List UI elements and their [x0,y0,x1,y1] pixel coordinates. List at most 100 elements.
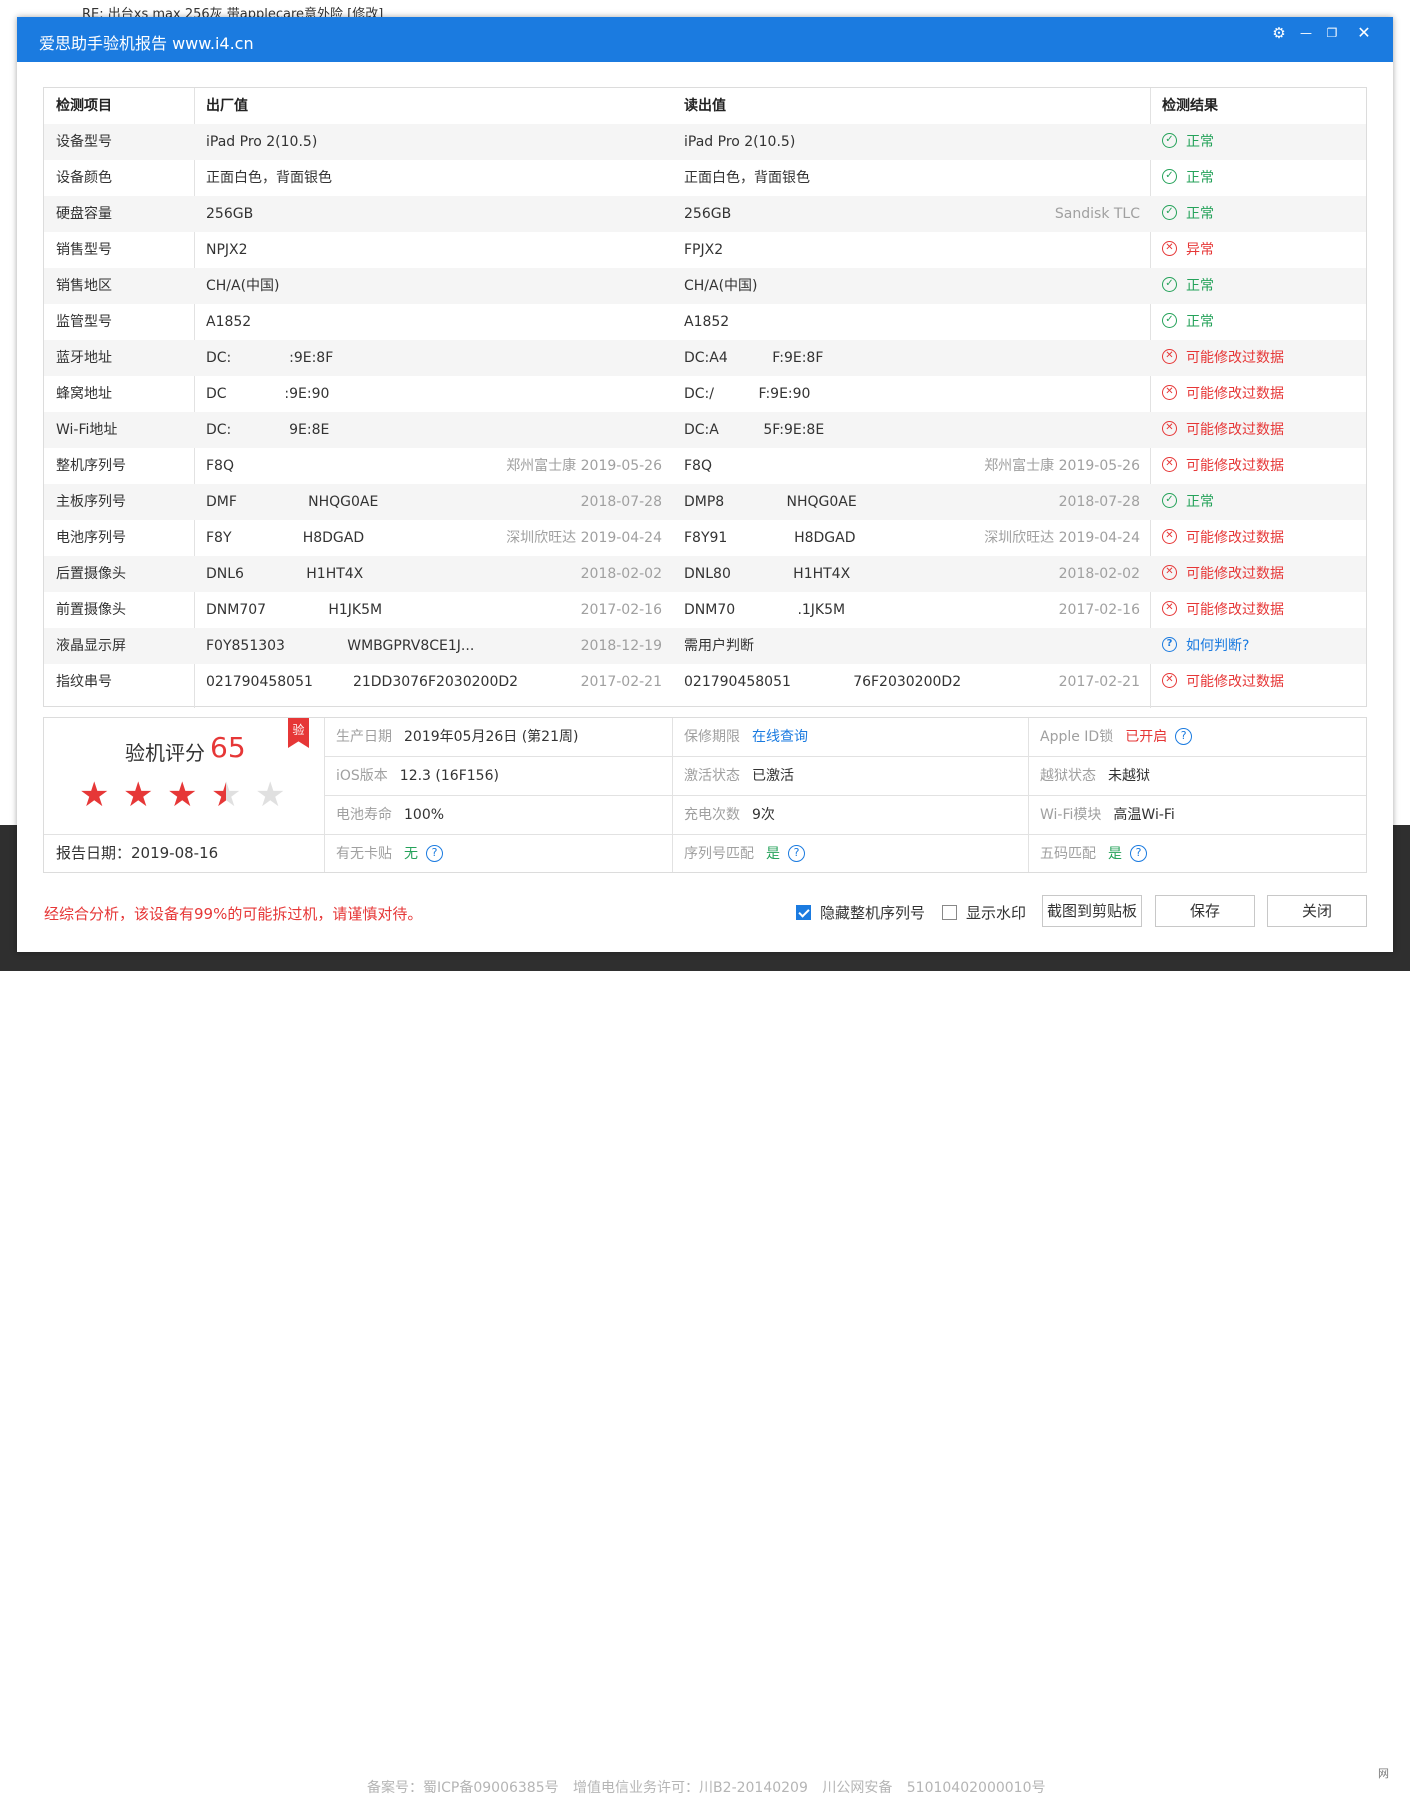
save-button[interactable]: 保存 [1155,895,1255,927]
table-row: 后置摄像头 DNL6 H1HT4X 2018-02-02 DNL80 H1HT4X 20… [44,556,1366,592]
row-factory-note: 2018-02-02 [580,566,662,582]
help-icon[interactable]: ? [788,844,805,862]
row-result: ✓ 正常 [1162,484,1362,520]
table-row: 主板序列号 DMF NHQG0AE 2018-07-28 DMP8 NHQG0AE 20… [44,484,1366,520]
checkbox-checked-icon[interactable] [796,904,811,920]
table-row: 设备型号 iPad Pro 2(10.5) iPad Pro 2(10.5) ✓ 正常 [44,124,1366,160]
row-factory-value: 正面白色，背面银色 [206,170,332,186]
table-row: 蓝牙地址 DC: :9E:8F DC:A4 F:9E:8F ✕ 可能修改过数据 [44,340,1366,376]
row-result: ✕ 可能修改过数据 [1162,448,1362,484]
row-label: 销售地区 [56,278,112,294]
header-factory: 出厂值 [206,98,248,114]
row-result: ✓ 正常 [1162,196,1362,232]
row-factory-value: F8Q 郑州富士康 2019-05-26 [206,448,662,484]
show-watermark-checkbox[interactable]: 显示水印 [942,902,1026,923]
row-read-value: 021790458051 76F2030200D2 2017-02-21 [684,664,1140,700]
row-label: 蜂窝地址 [56,386,112,402]
score-label: 验机评分 [125,741,205,765]
row-read-value: iPad Pro 2(10.5) [684,134,796,150]
table-row: 监管型号 A1852 A1852 ✓ 正常 [44,304,1366,340]
row-result: ✓ 正常 [1162,124,1362,160]
row-result: ✕ 可能修改过数据 [1162,556,1362,592]
info-sim-sticker: 有无卡贴无? [336,835,443,873]
check-circle-icon: ✓ [1162,133,1177,148]
row-result: ✕ 可能修改过数据 [1162,340,1362,376]
window-title: 爱思助手验机报告 www.i4.cn [39,34,254,53]
row-factory-value: 256GB [206,206,254,222]
row-read-note: 2018-07-28 [1058,494,1140,510]
info-jailbreak: 越狱状态 未越狱 [1040,768,1150,784]
row-read-value: DC:A 5F:9E:8E [684,422,825,438]
checkbox-unchecked-icon[interactable] [942,904,957,920]
row-read-value: 需用户判断 [684,638,754,654]
row-read-value: F8Q 郑州富士康 2019-05-26 [684,448,1140,484]
check-circle-icon: ✓ [1162,205,1177,220]
table-row: Wi-Fi地址 DC: 9E:8E DC:A 5F:9E:8E ✕ 可能修改过数据 [44,412,1366,448]
row-factory-value: DC: 9E:8E [206,422,330,438]
check-circle-icon: ✓ [1162,313,1177,328]
row-result: ✕ 可能修改过数据 [1162,412,1362,448]
x-circle-icon: ✕ [1162,241,1177,256]
close-icon[interactable]: ✕ [1352,21,1376,45]
row-factory-value: DC :9E:90 [206,386,330,402]
help-icon[interactable]: ? [426,844,443,862]
row-factory-note: 2017-02-16 [580,602,662,618]
row-factory-note: 深圳欣旺达 2019-04-24 [506,530,662,546]
row-label: 电池序列号 [56,530,126,546]
row-result: ✕ 可能修改过数据 [1162,592,1362,628]
report-date: 报告日期：2019-08-16 [56,844,219,862]
x-circle-icon: ✕ [1162,529,1177,544]
column-divider [1028,718,1029,872]
hide-serial-checkbox[interactable]: 隐藏整机序列号 [796,902,925,923]
copy-screenshot-button[interactable]: 截图到剪贴板 [1042,895,1142,927]
analysis-warning: 经综合分析，该设备有99%的可能拆过机，请谨慎对待。 [44,905,423,923]
row-factory-value: 021790458051 21DD3076F2030200D2 2017-02-2… [206,664,662,700]
row-label: 前置摄像头 [56,602,126,618]
check-circle-icon: ✓ [1162,277,1177,292]
row-result: ✓ 正常 [1162,268,1362,304]
info-five-code-match: 五码匹配是? [1040,835,1147,873]
row-factory-value: DMF NHQG0AE 2018-07-28 [206,484,662,520]
row-label: 监管型号 [56,314,112,330]
window-titlebar: 爱思助手验机报告 www.i4.cn ⚙ — ❐ ✕ [17,17,1393,62]
info-ios-version: iOS版本 12.3 (16F156) [336,768,499,784]
row-read-note: Sandisk TLC [1054,206,1140,222]
column-divider [672,718,673,872]
row-read-note: 深圳欣旺达 2019-04-24 [984,530,1140,546]
help-icon[interactable]: ? [1130,844,1147,862]
minimize-icon[interactable]: — [1294,21,1318,45]
close-button[interactable]: 关闭 [1267,895,1367,927]
row-result[interactable]: ? 如何判断? [1162,628,1362,664]
row-read-note: 郑州富士康 2019-05-26 [984,458,1140,474]
table-row: 蜂窝地址 DC :9E:90 DC:/ F:9E:90 ✕ 可能修改过数据 [44,376,1366,412]
row-factory-value: DNM707 H1JK5M 2017-02-16 [206,592,662,628]
table-row: 销售型号 NPJX2 FPJX2 ✕ 异常 [44,232,1366,268]
x-circle-icon: ✕ [1162,421,1177,436]
score-value: 65 [210,731,246,764]
row-factory-value: DC: :9E:8F [206,350,334,366]
table-row: 硬盘容量 256GB 256GB Sandisk TLC ✓ 正常 [44,196,1366,232]
info-production-date: 生产日期 2019年05月26日 (第21周) [336,729,579,745]
row-label: 设备颜色 [56,170,112,186]
row-read-value: DMP8 NHQG0AE 2018-07-28 [684,484,1140,520]
star-full-icon: ★ [167,775,198,815]
table-row: 销售地区 CH/A(中国) CH/A(中国) ✓ 正常 [44,268,1366,304]
divider [325,834,1366,835]
row-factory-note: 2017-02-21 [580,674,662,690]
star-half-icon: ★ [211,775,242,815]
divider [44,834,324,835]
settings-icon[interactable]: ⚙ [1267,21,1291,45]
row-factory-value: CH/A(中国) [206,278,280,294]
row-label: 设备型号 [56,134,112,150]
table-header-row: 检测项目 出厂值 读出值 检测结果 [44,88,1366,124]
row-result: ✕ 异常 [1162,232,1362,268]
row-label: Wi-Fi地址 [56,422,118,438]
help-icon[interactable]: ? [1175,727,1193,745]
row-label: 液晶显示屏 [56,638,126,654]
warranty-online-link[interactable]: 在线查询 [752,729,808,745]
corner-watermark: 网 [1378,1767,1389,1780]
header-item: 检测项目 [56,98,112,114]
check-circle-icon: ✓ [1162,493,1177,508]
restore-icon[interactable]: ❐ [1320,21,1344,45]
score-panel: 验机评分 65 验 ★ ★ ★ ★ ★ 报告日期：2019-08-16 生产日期 2019… [43,717,1367,873]
